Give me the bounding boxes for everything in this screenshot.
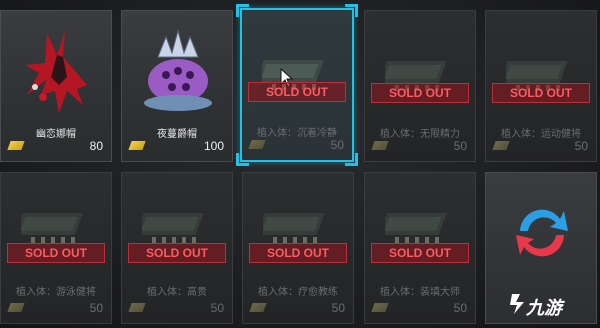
sold-out-badge: SOLD OUT [128, 243, 226, 263]
item-price: 50 [453, 301, 467, 315]
sold-out-badge: SOLD OUT [371, 83, 469, 103]
shop-item-card[interactable]: SOLD OUT 植入体：运动健将 50 [485, 10, 597, 162]
item-price: 50 [89, 301, 103, 315]
sold-out-badge: SOLD OUT [249, 243, 347, 263]
item-name: 植入体：运动健将 [501, 129, 581, 140]
item-name: 植入体：高贵 [147, 287, 207, 298]
shop-item-card[interactable]: SOLD OUT 植入体：装填大师 50 [364, 172, 476, 324]
shop-item-card[interactable]: SOLD OUT 植入体：高贵 50 [121, 172, 233, 324]
sold-out-badge: SOLD OUT [7, 243, 105, 263]
selection-corner [345, 4, 358, 17]
gold-icon [7, 303, 25, 312]
item-name: 幽恋娜帽 [36, 129, 76, 140]
item-name: 植入体：疗愈教练 [258, 287, 338, 298]
item-price: 50 [330, 138, 344, 152]
implant-chip-icon [142, 213, 204, 243]
gold-icon [248, 140, 266, 149]
gold-icon [128, 141, 146, 150]
item-price: 50 [574, 139, 588, 153]
shop-item-card[interactable]: SOLD OUT 植入体：无限精力 50 [364, 10, 476, 162]
shop-item-card[interactable]: SOLD OUT 植入体：游泳健将 50 [0, 172, 112, 324]
gold-icon [371, 141, 389, 150]
hat-red-icon [25, 31, 87, 113]
sold-out-badge: SOLD OUT [371, 243, 469, 263]
item-price: 50 [453, 139, 467, 153]
gold-icon [249, 303, 267, 312]
refresh-icon [516, 209, 568, 257]
shop-item-card[interactable]: SOLD OUT 植入体：疗愈教练 50 [242, 172, 354, 324]
item-name: 植入体：游泳健将 [16, 287, 96, 298]
hat-purple-icon [144, 29, 212, 111]
jiuyou-logo-icon [510, 294, 524, 314]
selection-corner [345, 153, 358, 166]
shop-item-card-selected[interactable]: SOLD OUT 植入体：沉着冷静 50 [236, 4, 358, 166]
item-price: 50 [331, 301, 345, 315]
watermark-text: 九游 [526, 298, 562, 318]
shop-item-card[interactable]: 幽恋娜帽 80 [0, 10, 112, 162]
item-price: 50 [210, 301, 224, 315]
implant-chip-icon [385, 213, 447, 243]
item-name: 植入体：沉着冷静 [257, 128, 337, 139]
shop-item-card[interactable]: 夜蔓爵帽 100 [121, 10, 233, 162]
item-price: 100 [203, 139, 224, 153]
item-price: 80 [89, 139, 103, 153]
item-name: 夜蔓爵帽 [157, 129, 197, 140]
item-name: 植入体：无限精力 [380, 129, 460, 140]
gold-icon [7, 141, 25, 150]
gold-icon [371, 303, 389, 312]
selection-corner [236, 4, 249, 17]
implant-chip-icon [21, 213, 83, 243]
item-name: 植入体：装填大师 [380, 287, 460, 298]
sold-out-badge: SOLD OUT [248, 82, 346, 102]
gold-icon [128, 303, 146, 312]
gold-icon [492, 141, 510, 150]
sold-out-badge: SOLD OUT [492, 83, 590, 103]
selection-corner [236, 153, 249, 166]
shop-grid: 幽恋娜帽 80 夜蔓爵帽 100 SOLD OUT 植入体：沉着冷静 50 SO… [0, 0, 600, 328]
implant-chip-icon [263, 213, 325, 243]
